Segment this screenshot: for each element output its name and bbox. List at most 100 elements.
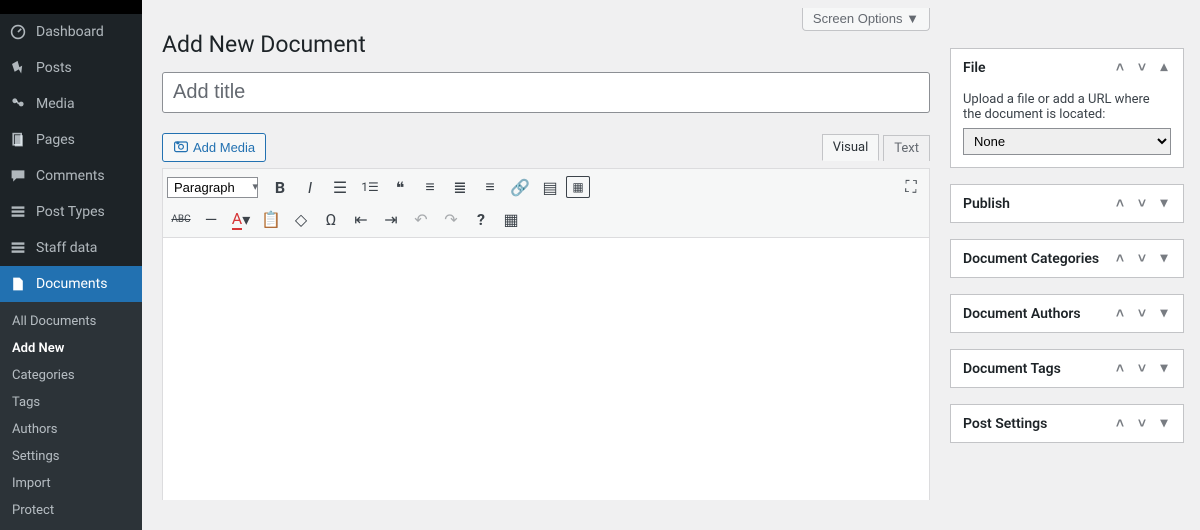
- title-input[interactable]: [162, 72, 930, 113]
- main-content: Screen Options ▼ Add New Document Add Me…: [142, 0, 950, 500]
- sidebar-label: Staff data: [36, 240, 97, 256]
- submenu-item-add-new[interactable]: Add New: [0, 335, 142, 362]
- bullet-list-button[interactable]: ☰: [326, 173, 354, 201]
- comments-icon: [8, 166, 28, 186]
- move-down-icon[interactable]: ˅: [1135, 195, 1149, 212]
- move-down-icon[interactable]: ˅: [1135, 360, 1149, 377]
- help-button[interactable]: ?: [467, 205, 495, 233]
- submenu-item-all-documents[interactable]: All Documents: [0, 308, 142, 335]
- move-up-icon[interactable]: ˄: [1113, 415, 1127, 432]
- sidebar-label: Documents: [36, 276, 107, 292]
- toggle-icon[interactable]: ▴: [1157, 59, 1171, 76]
- submenu-item-protect[interactable]: Protect: [0, 497, 142, 524]
- blockquote-button[interactable]: ❝: [386, 173, 414, 201]
- metabox-title: Document Authors: [963, 306, 1081, 322]
- text-color-button[interactable]: A ▾: [227, 205, 255, 233]
- add-media-button[interactable]: Add Media: [162, 133, 266, 162]
- paste-text-button[interactable]: 📋: [257, 205, 285, 233]
- brand-bar: [0, 0, 142, 14]
- metabox-file: File ˄ ˅ ▴ Upload a file or add a URL wh…: [950, 48, 1184, 168]
- sidebar-item-media[interactable]: Media: [0, 86, 142, 122]
- submenu-item-authors[interactable]: Authors: [0, 416, 142, 443]
- metabox-column: File ˄ ˅ ▴ Upload a file or add a URL wh…: [950, 0, 1200, 500]
- document-icon: [8, 274, 28, 294]
- align-center-button[interactable]: ≣: [446, 173, 474, 201]
- metabox-categories-header[interactable]: Document Categories ˄ ˅ ▾: [951, 240, 1183, 277]
- tab-visual[interactable]: Visual: [822, 134, 880, 161]
- pin-icon: [8, 58, 28, 78]
- dashboard-icon: [8, 22, 28, 42]
- move-down-icon[interactable]: ˅: [1135, 415, 1149, 432]
- move-up-icon[interactable]: ˄: [1113, 360, 1127, 377]
- metabox-authors-header[interactable]: Document Authors ˄ ˅ ▾: [951, 295, 1183, 332]
- outdent-button[interactable]: ⇤: [347, 205, 375, 233]
- submenu-item-categories[interactable]: Categories: [0, 362, 142, 389]
- sidebar-item-staff-data[interactable]: Staff data: [0, 230, 142, 266]
- align-right-button[interactable]: ≡: [476, 173, 504, 201]
- metabox-categories: Document Categories ˄ ˅ ▾: [950, 239, 1184, 278]
- move-down-icon[interactable]: ˅: [1135, 59, 1149, 76]
- metabox-file-header[interactable]: File ˄ ˅ ▴: [951, 49, 1183, 86]
- strikethrough-button[interactable]: ABC: [167, 205, 195, 233]
- move-up-icon[interactable]: ˄: [1113, 195, 1127, 212]
- sidebar-label: Pages: [36, 132, 75, 148]
- move-down-icon[interactable]: ˅: [1135, 305, 1149, 322]
- sidebar-label: Post Types: [36, 204, 105, 220]
- metabox-title: Publish: [963, 196, 1010, 212]
- format-select[interactable]: Paragraph: [167, 177, 258, 198]
- submenu-item-import[interactable]: Import: [0, 470, 142, 497]
- toggle-icon[interactable]: ▾: [1157, 415, 1171, 432]
- clear-formatting-button[interactable]: ◇: [287, 205, 315, 233]
- list-icon: [8, 202, 28, 222]
- metabox-post-settings: Post Settings ˄ ˅ ▾: [950, 404, 1184, 443]
- metabox-tags-header[interactable]: Document Tags ˄ ˅ ▾: [951, 350, 1183, 387]
- sidebar-item-comments[interactable]: Comments: [0, 158, 142, 194]
- horizontal-rule-button[interactable]: —: [197, 205, 225, 233]
- link-button[interactable]: 🔗: [506, 173, 534, 201]
- indent-button[interactable]: ⇥: [377, 205, 405, 233]
- screen-options-button[interactable]: Screen Options ▼: [802, 8, 930, 31]
- metabox-title: Document Categories: [963, 251, 1099, 267]
- toggle-icon[interactable]: ▾: [1157, 305, 1171, 322]
- sidebar-item-pages[interactable]: Pages: [0, 122, 142, 158]
- page-title: Add New Document: [162, 31, 930, 58]
- submenu-item-tags[interactable]: Tags: [0, 389, 142, 416]
- toolbar-toggle-button[interactable]: ▦: [566, 176, 590, 198]
- sidebar-label: Media: [36, 96, 75, 112]
- sidebar-item-dashboard[interactable]: Dashboard: [0, 14, 142, 50]
- move-up-icon[interactable]: ˄: [1113, 59, 1127, 76]
- file-help-text: Upload a file or add a URL where the doc…: [963, 92, 1171, 122]
- sidebar-item-posts[interactable]: Posts: [0, 50, 142, 86]
- metabox-post-settings-header[interactable]: Post Settings ˄ ˅ ▾: [951, 405, 1183, 442]
- italic-button[interactable]: I: [296, 173, 324, 201]
- metabox-title: File: [963, 60, 986, 76]
- toggle-icon[interactable]: ▾: [1157, 195, 1171, 212]
- redo-button[interactable]: ↷: [437, 205, 465, 233]
- move-up-icon[interactable]: ˄: [1113, 305, 1127, 322]
- tab-text[interactable]: Text: [883, 135, 930, 161]
- bold-button[interactable]: B: [266, 173, 294, 201]
- metabox-title: Document Tags: [963, 361, 1061, 377]
- pages-icon: [8, 130, 28, 150]
- sidebar-label: Posts: [36, 60, 72, 76]
- special-character-button[interactable]: Ω: [317, 205, 345, 233]
- move-up-icon[interactable]: ˄: [1113, 250, 1127, 267]
- read-more-button[interactable]: ▤: [536, 173, 564, 201]
- fullscreen-button[interactable]: ⛶: [897, 173, 925, 201]
- numbered-list-button[interactable]: 1☰: [356, 173, 384, 201]
- sidebar-item-post-types[interactable]: Post Types: [0, 194, 142, 230]
- align-left-button[interactable]: ≡: [416, 173, 444, 201]
- file-location-select[interactable]: None: [963, 128, 1171, 155]
- submenu-item-settings[interactable]: Settings: [0, 443, 142, 470]
- move-down-icon[interactable]: ˅: [1135, 250, 1149, 267]
- sidebar-submenu: All Documents Add New Categories Tags Au…: [0, 302, 142, 530]
- editor-content-area[interactable]: [162, 238, 930, 500]
- admin-sidebar: Dashboard Posts Media Pages Comments Pos…: [0, 0, 142, 500]
- toggle-icon[interactable]: ▾: [1157, 360, 1171, 377]
- toggle-icon[interactable]: ▾: [1157, 250, 1171, 267]
- metabox-authors: Document Authors ˄ ˅ ▾: [950, 294, 1184, 333]
- metabox-publish-header[interactable]: Publish ˄ ˅ ▾: [951, 185, 1183, 222]
- table-button[interactable]: ▦: [497, 205, 525, 233]
- undo-button[interactable]: ↶: [407, 205, 435, 233]
- sidebar-item-documents[interactable]: Documents: [0, 266, 142, 302]
